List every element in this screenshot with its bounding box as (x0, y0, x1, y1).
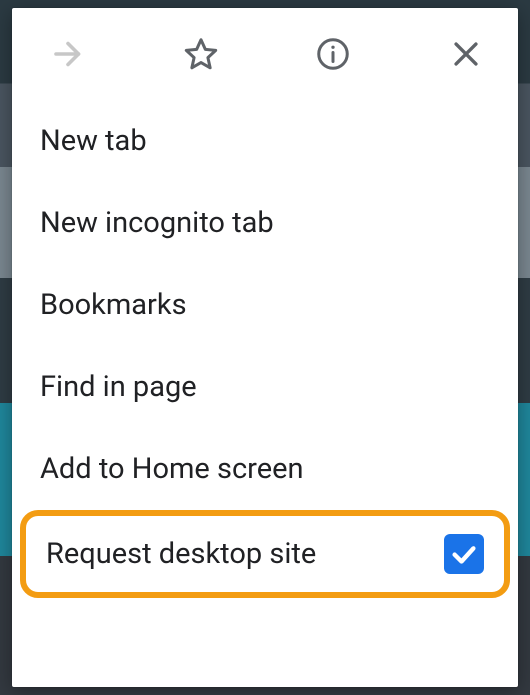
page-info-button[interactable] (311, 32, 355, 76)
close-menu-button[interactable] (444, 32, 488, 76)
menu-items-list: New tab New incognito tab Bookmarks Find… (12, 100, 518, 606)
menu-icon-row (12, 8, 518, 100)
menu-item-new-incognito-tab[interactable]: New incognito tab (12, 182, 518, 264)
menu-item-label: New incognito tab (40, 206, 274, 240)
menu-item-new-tab[interactable]: New tab (12, 100, 518, 182)
menu-item-add-to-home-screen[interactable]: Add to Home screen (12, 428, 518, 510)
info-icon (315, 36, 351, 72)
request-desktop-site-checkbox[interactable] (444, 534, 484, 574)
menu-item-label: Add to Home screen (40, 452, 303, 486)
menu-item-find-in-page[interactable]: Find in page (12, 346, 518, 428)
arrow-right-icon (50, 36, 86, 72)
menu-item-label: Bookmarks (40, 288, 187, 322)
overflow-menu-panel: New tab New incognito tab Bookmarks Find… (12, 8, 518, 687)
menu-item-label: Request desktop site (46, 537, 316, 571)
menu-item-label: Find in page (40, 370, 197, 404)
menu-item-request-desktop-site[interactable]: Request desktop site (20, 510, 510, 598)
bookmark-button[interactable] (179, 32, 223, 76)
menu-item-label: New tab (40, 124, 147, 158)
checkmark-icon (449, 539, 479, 569)
menu-item-bookmarks[interactable]: Bookmarks (12, 264, 518, 346)
star-icon (183, 36, 219, 72)
close-icon (449, 37, 483, 71)
forward-button[interactable] (46, 32, 90, 76)
